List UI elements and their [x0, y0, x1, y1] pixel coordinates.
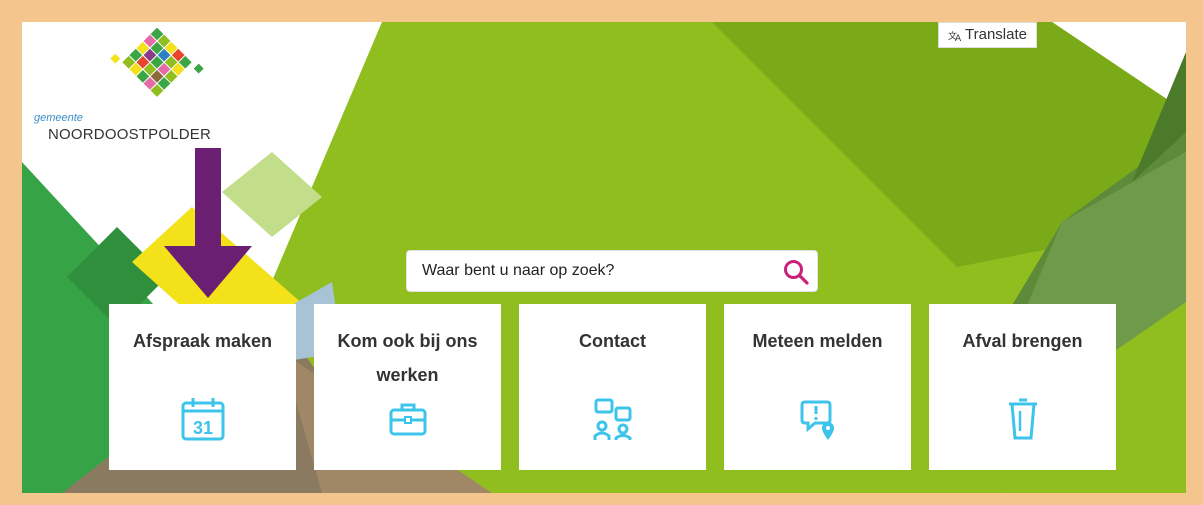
- tile-meteen-melden[interactable]: Meteen melden: [724, 304, 911, 470]
- tile-label: Afval brengen: [962, 331, 1083, 351]
- logo-subtitle: gemeente: [34, 112, 83, 124]
- tile-afval-brengen[interactable]: Afval brengen: [929, 304, 1116, 470]
- down-arrow-icon: [164, 148, 252, 298]
- search-bar: [406, 250, 818, 292]
- search-input[interactable]: [420, 261, 764, 281]
- search-icon: [784, 260, 809, 285]
- svg-text:31: 31: [192, 418, 212, 438]
- briefcase-icon: [389, 403, 426, 436]
- municipality-logo[interactable]: gemeente NOORDOOSTPOLDER: [32, 28, 232, 148]
- svg-text:A: A: [955, 34, 962, 42]
- translate-icon: 文 A: [948, 30, 962, 42]
- translate-button[interactable]: 文 A Translate: [938, 22, 1037, 48]
- tile-label: Afspraak maken: [132, 331, 273, 351]
- tile-afspraak-maken[interactable]: Afspraak maken 31: [109, 304, 296, 470]
- tile-kom-ook-bij-ons-werken[interactable]: Kom ook bij ons werken: [314, 304, 501, 470]
- contact-chat-icon: [593, 398, 631, 440]
- logo-title: NOORDOOSTPOLDER: [48, 126, 212, 143]
- tile-contact[interactable]: Contact: [519, 304, 706, 470]
- translate-label: Translate: [965, 26, 1027, 43]
- tile-label: Kom ook bij ons werken: [337, 331, 478, 385]
- tile-label: Contact: [579, 331, 646, 351]
- search-button[interactable]: [781, 257, 811, 287]
- logo-mosaic-icon: [110, 28, 204, 97]
- hero-banner: gemeente NOORDOOSTPOLDER 文 A Translate A…: [22, 22, 1186, 493]
- calendar-icon: 31: [181, 398, 224, 441]
- trash-bin-icon: [1008, 398, 1037, 440]
- report-location-icon: [800, 400, 834, 440]
- tile-label: Meteen melden: [752, 331, 883, 351]
